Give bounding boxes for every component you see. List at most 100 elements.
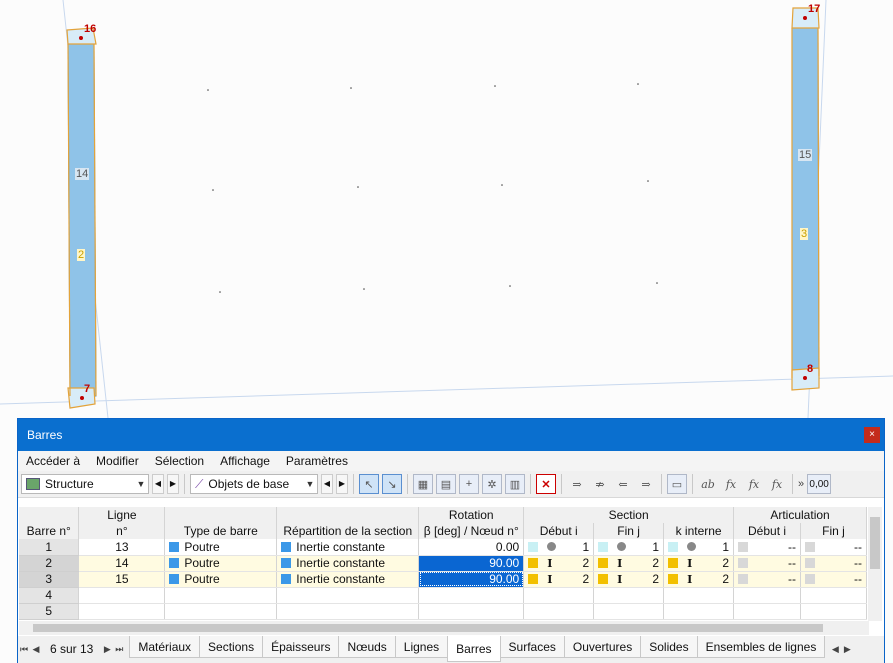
view-icon[interactable]: ▭ xyxy=(667,474,687,494)
window-titlebar[interactable]: Barres xyxy=(18,419,884,451)
decimal-places-button[interactable]: 0,00 xyxy=(807,474,832,494)
repartition-cell[interactable]: Inertie constante xyxy=(276,539,420,556)
rotation-cell[interactable]: 90.00 xyxy=(418,555,525,572)
scrollbar-thumb[interactable] xyxy=(33,624,823,632)
last-page-icon[interactable]: ⏭ xyxy=(113,636,125,663)
prev-arrow-icon[interactable]: ◀ xyxy=(321,474,333,494)
text-format-icon[interactable]: ab xyxy=(698,474,718,494)
tab-materiaux[interactable]: Matériaux xyxy=(129,636,201,658)
prev-page-icon[interactable]: ◀ xyxy=(30,636,42,663)
header-rotation[interactable]: β [deg] / Nœud n° xyxy=(418,523,525,539)
menu-parametres[interactable]: Paramètres xyxy=(278,454,356,468)
table-icon[interactable]: ▦ xyxy=(413,474,433,494)
articulation-debut-cell[interactable]: -- xyxy=(733,555,801,572)
header-section-fin[interactable]: Fin j xyxy=(593,523,665,539)
tab-solides[interactable]: Solides xyxy=(640,636,698,658)
section-kint-cell[interactable]: I2 xyxy=(663,555,735,572)
section-fin-cell[interactable]: I2 xyxy=(593,555,665,572)
table-row[interactable]: 5 xyxy=(19,603,867,620)
section-debut-cell[interactable]: 1 xyxy=(523,539,595,556)
menu-affichage[interactable]: Affichage xyxy=(212,454,278,468)
empty-cell[interactable] xyxy=(593,587,665,604)
next-page-icon[interactable]: ▶ xyxy=(101,636,113,663)
menu-selection[interactable]: Sélection xyxy=(147,454,212,468)
tab-ouvertures[interactable]: Ouvertures xyxy=(563,636,642,658)
move-right-icon[interactable]: ⇒ xyxy=(636,474,656,494)
type-cell[interactable]: Poutre xyxy=(164,539,278,556)
empty-cell[interactable] xyxy=(164,603,278,620)
row-number[interactable]: 3 xyxy=(19,571,80,588)
header-section-debut[interactable]: Début i xyxy=(523,523,595,539)
empty-cell[interactable] xyxy=(800,603,867,620)
section-debut-cell[interactable]: I2 xyxy=(523,571,595,588)
scrollbar-thumb[interactable] xyxy=(870,517,880,569)
articulation-fin-cell[interactable]: -- xyxy=(800,555,867,572)
header-articulation-debut[interactable]: Début i xyxy=(733,523,801,539)
vertical-scrollbar[interactable] xyxy=(868,507,882,621)
ligne-cell[interactable]: 14 xyxy=(78,555,166,572)
ligne-cell[interactable]: 13 xyxy=(78,539,166,556)
select-all-icon[interactable]: ✲ xyxy=(482,474,502,494)
header-repartition[interactable]: Répartition de la section xyxy=(276,523,420,539)
horizontal-scrollbar[interactable] xyxy=(19,621,869,635)
section-debut-cell[interactable]: I2 xyxy=(523,555,595,572)
import-icon[interactable]: ⇒ xyxy=(567,474,587,494)
section-fin-cell[interactable]: 1 xyxy=(593,539,665,556)
scroll-tabs-left-icon[interactable]: ◀ xyxy=(829,636,841,663)
delete-icon[interactable]: ✕ xyxy=(536,474,556,494)
empty-cell[interactable] xyxy=(733,587,801,604)
next-arrow-icon[interactable]: ▶ xyxy=(336,474,348,494)
table-row[interactable]: 1 13 Poutre Inertie constante 0.00 1 1 1… xyxy=(19,539,867,556)
empty-cell[interactable] xyxy=(663,587,735,604)
section-kint-cell[interactable]: 1 xyxy=(663,539,735,556)
structure-combo[interactable]: Structure ▼ xyxy=(21,474,149,494)
tab-lignes[interactable]: Lignes xyxy=(394,636,449,658)
section-fin-cell[interactable]: I2 xyxy=(593,571,665,588)
tab-surfaces[interactable]: Surfaces xyxy=(499,636,565,658)
insert-row-icon[interactable]: + xyxy=(459,474,479,494)
empty-cell[interactable] xyxy=(78,603,166,620)
articulation-debut-cell[interactable]: -- xyxy=(733,571,801,588)
row-number[interactable]: 4 xyxy=(19,587,80,604)
menu-modifier[interactable]: Modifier xyxy=(88,454,147,468)
table-row[interactable]: 2 14 Poutre Inertie constante 90.00 I2 I… xyxy=(19,555,867,572)
repartition-cell[interactable]: Inertie constante xyxy=(276,555,420,572)
empty-cell[interactable] xyxy=(593,603,665,620)
type-cell[interactable]: Poutre xyxy=(164,555,278,572)
empty-cell[interactable] xyxy=(733,603,801,620)
section-kint-cell[interactable]: I2 xyxy=(663,571,735,588)
header-barre[interactable]: Barre n° xyxy=(19,523,80,539)
empty-cell[interactable] xyxy=(418,587,525,604)
tab-noeuds[interactable]: Nœuds xyxy=(338,636,396,658)
move-left-icon[interactable]: ⇐ xyxy=(613,474,633,494)
tab-sections[interactable]: Sections xyxy=(199,636,264,658)
row-number[interactable]: 5 xyxy=(19,603,80,620)
articulation-fin-cell[interactable]: -- xyxy=(800,539,867,556)
select-pointer-icon[interactable]: ↖ xyxy=(359,474,379,494)
base-objects-combo[interactable]: ⟋ Objets de base ▼ xyxy=(190,474,318,494)
rotation-cell[interactable]: 0.00 xyxy=(418,539,525,556)
empty-cell[interactable] xyxy=(276,587,420,604)
close-icon[interactable]: × xyxy=(864,427,880,443)
header-articulation-fin[interactable]: Fin j xyxy=(800,523,867,539)
repartition-cell[interactable]: Inertie constante xyxy=(276,571,420,588)
clear-icon[interactable]: ⇏ xyxy=(590,474,610,494)
row-number[interactable]: 1 xyxy=(19,539,80,556)
empty-cell[interactable] xyxy=(418,603,525,620)
table-row[interactable]: 4 xyxy=(19,587,867,604)
tab-barres[interactable]: Barres xyxy=(447,636,501,662)
articulation-fin-cell[interactable]: -- xyxy=(800,571,867,588)
header-section-kint[interactable]: k interne xyxy=(663,523,735,539)
empty-cell[interactable] xyxy=(523,603,595,620)
row-number[interactable]: 2 xyxy=(19,555,80,572)
header-ligne-bottom[interactable]: n° xyxy=(78,523,166,539)
scroll-tabs-right-icon[interactable]: ▶ xyxy=(841,636,853,663)
empty-cell[interactable] xyxy=(800,587,867,604)
function-delete-icon[interactable]: fx xyxy=(744,474,764,494)
empty-cell[interactable] xyxy=(276,603,420,620)
empty-cell[interactable] xyxy=(663,603,735,620)
empty-cell[interactable] xyxy=(164,587,278,604)
table-filter-icon[interactable]: ▤ xyxy=(436,474,456,494)
function-icon[interactable]: fx xyxy=(721,474,741,494)
rotation-cell[interactable]: 90.00 xyxy=(418,571,525,588)
